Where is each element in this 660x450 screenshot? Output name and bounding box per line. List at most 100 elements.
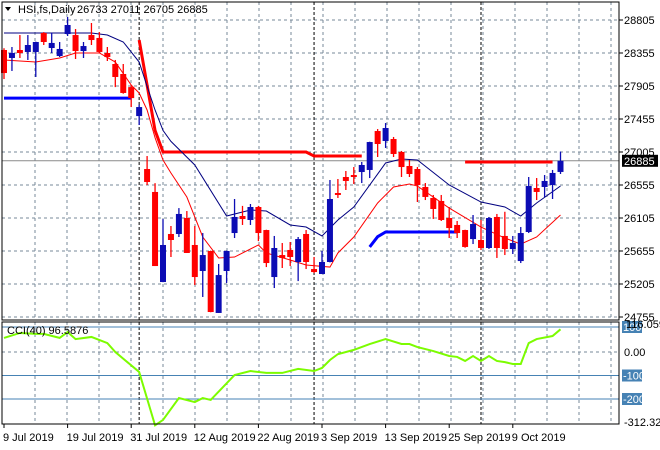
- date-tick-label: 9 Oct 2019: [512, 432, 566, 444]
- candle-body: [350, 175, 357, 178]
- date-tick-label: 31 Jul 2019: [130, 432, 187, 444]
- candle-body: [16, 49, 23, 53]
- candle-body: [160, 244, 166, 283]
- candle-body: [239, 216, 246, 220]
- candle-body: [263, 230, 270, 264]
- date-tick-label: 13 Sep 2019: [385, 432, 447, 444]
- candle-body: [470, 224, 477, 240]
- candle-body: [32, 42, 39, 52]
- candle-body: [40, 32, 47, 42]
- candle-body: [414, 169, 421, 185]
- candle-body: [525, 186, 532, 233]
- candle-body: [478, 240, 484, 248]
- candle-body: [406, 166, 413, 174]
- candle: [263, 229, 270, 268]
- candle-body: [72, 35, 79, 52]
- candle-body: [96, 37, 103, 52]
- candle-body: [454, 224, 461, 234]
- cci-level-label: -100: [623, 371, 645, 383]
- candle-body: [175, 213, 182, 234]
- candle-body: [80, 46, 87, 52]
- candle-body: [485, 218, 492, 248]
- cci-axis-label: 0.00: [624, 347, 645, 359]
- date-tick-label: 3 Sep 2019: [321, 432, 377, 444]
- candle-body: [517, 233, 524, 262]
- price-tick-label: 25655: [624, 246, 655, 258]
- candle-body: [223, 251, 230, 272]
- date-tick-label: 9 Jul 2019: [3, 432, 54, 444]
- price-chart: 100-100-200 2880528355279052745527005265…: [0, 0, 660, 450]
- candle-body: [398, 152, 405, 168]
- candle-body: [462, 230, 469, 247]
- candle-body: [167, 233, 174, 240]
- price-tick-label: 26555: [624, 180, 655, 192]
- date-tick-label: 12 Aug 2019: [194, 432, 256, 444]
- candle-body: [319, 262, 325, 275]
- candle-body: [152, 191, 159, 267]
- candle-body: [279, 255, 286, 258]
- candle-body: [493, 216, 500, 248]
- date-tick-label: 22 Aug 2019: [257, 432, 319, 444]
- candle-body: [374, 131, 381, 145]
- candle-body: [247, 207, 254, 220]
- candle-body: [271, 247, 278, 278]
- candle-body: [8, 53, 15, 58]
- price-tick-label: 26105: [624, 213, 655, 225]
- candle-body: [326, 199, 333, 262]
- candle-body: [509, 243, 516, 250]
- price-tick-label: 28805: [624, 15, 655, 27]
- price-tick-label: 25205: [624, 279, 655, 291]
- candle-body: [334, 192, 341, 195]
- candle-body: [382, 128, 389, 141]
- date-tick-label: 25 Sep 2019: [448, 432, 510, 444]
- cci-level-label: -200: [623, 394, 645, 406]
- candle-body: [207, 251, 214, 313]
- candle-body: [390, 139, 397, 154]
- candle-body: [144, 169, 151, 182]
- candle-body: [549, 172, 556, 185]
- cci-axis-label: -312.32: [624, 417, 660, 429]
- candle-body: [287, 249, 294, 258]
- candle-body: [56, 48, 63, 57]
- candle-body: [501, 235, 508, 250]
- candle-body: [183, 218, 190, 253]
- candle-body: [191, 244, 198, 278]
- candle-body: [311, 269, 318, 273]
- candle-body: [88, 35, 95, 41]
- candle-body: [215, 275, 222, 313]
- price-tick-label: 27905: [624, 81, 655, 93]
- candle-body: [446, 218, 453, 229]
- candle-body: [48, 42, 55, 49]
- chart-header: HSI,fs,Daily 26733 27011 26705 26885: [5, 4, 208, 16]
- candle-body: [358, 164, 365, 173]
- candle: [462, 229, 469, 248]
- candle-body: [136, 107, 143, 117]
- candle-body: [255, 207, 262, 234]
- candle-body: [541, 180, 548, 187]
- candle-body: [295, 239, 302, 262]
- price-tick-label: 27455: [624, 114, 655, 126]
- ohlc-label: 26733 27011 26705 26885: [77, 4, 208, 16]
- candle-body: [430, 197, 437, 209]
- candle-body: [199, 255, 206, 272]
- candle: [485, 216, 492, 249]
- candle-body: [104, 53, 111, 58]
- cci-axis-label: 116.0594: [626, 319, 660, 331]
- price-tick-label: 28355: [624, 48, 655, 60]
- cci-label: CCI(40) 96.5876: [7, 325, 88, 337]
- candle-body: [231, 216, 238, 234]
- candle-body: [422, 186, 429, 197]
- symbol-label: HSI,fs,Daily: [18, 4, 76, 16]
- candle-body: [533, 188, 540, 192]
- candle-body: [303, 233, 310, 262]
- candle-body: [366, 142, 373, 170]
- date-tick-label: 19 Jul 2019: [67, 432, 124, 444]
- candle-body: [342, 177, 349, 181]
- candle-body: [557, 160, 564, 172]
- candle-body: [438, 200, 445, 220]
- candle-body: [128, 87, 135, 99]
- candle-body: [120, 73, 127, 93]
- candle: [207, 250, 214, 313]
- candle: [152, 183, 159, 267]
- candle-body: [64, 24, 71, 35]
